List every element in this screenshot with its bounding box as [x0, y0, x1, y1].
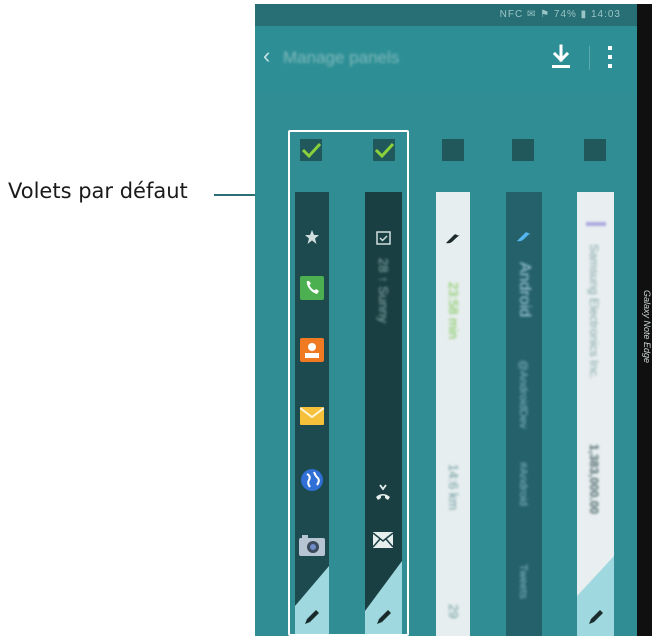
status-bar: NFC ✉ ⚑ 74% ▮ 14:03 [255, 4, 637, 26]
panel-checkbox-stocks[interactable] [584, 139, 606, 161]
panel-strip-twitter-2[interactable]: Android @AndroidDev #Android Tweets [506, 192, 542, 636]
more-options-icon[interactable] [607, 44, 613, 70]
panel-checkbox-twitter-2[interactable] [512, 139, 534, 161]
callout-label: Volets par défaut [8, 179, 188, 203]
strip-text: 14:6 km [446, 464, 461, 511]
download-icon[interactable] [549, 44, 573, 70]
default-panels-highlight [288, 130, 409, 636]
edit-pencil-icon[interactable] [587, 608, 605, 626]
twitter-bird-icon [446, 234, 460, 244]
strip-text: 29 [446, 604, 461, 619]
appbar-divider [589, 46, 590, 70]
twitter-bird-icon [517, 232, 531, 242]
strip-text: #Android [517, 462, 529, 507]
panel-strip-twitter-1[interactable]: 23:58 min 14:6 km 29 [436, 192, 470, 636]
strip-text: 1,383,000.00 [587, 444, 601, 515]
back-icon[interactable]: ‹ [263, 45, 270, 67]
page-title: Manage panels [283, 48, 400, 67]
strip-text: @AndroidDev [517, 360, 529, 429]
panel-checkbox-twitter-1[interactable] [442, 139, 464, 161]
device-edge: Galaxy Note Edge [637, 4, 652, 636]
panel-strip-stocks[interactable]: Samsung Electronics Inc. 1,383,000.00 [577, 192, 614, 636]
strip-text: 23:58 min [446, 282, 461, 340]
stocks-header-bar [586, 222, 606, 226]
app-bar: ‹ Manage panels [255, 26, 637, 94]
strip-text: Samsung Electronics Inc. [587, 244, 601, 380]
strip-text: Android [516, 262, 533, 318]
strip-text: Tweets [517, 564, 529, 599]
status-text: NFC ✉ ⚑ 74% ▮ 14:03 [499, 9, 621, 20]
device-edge-label: Galaxy Note Edge [642, 290, 652, 364]
